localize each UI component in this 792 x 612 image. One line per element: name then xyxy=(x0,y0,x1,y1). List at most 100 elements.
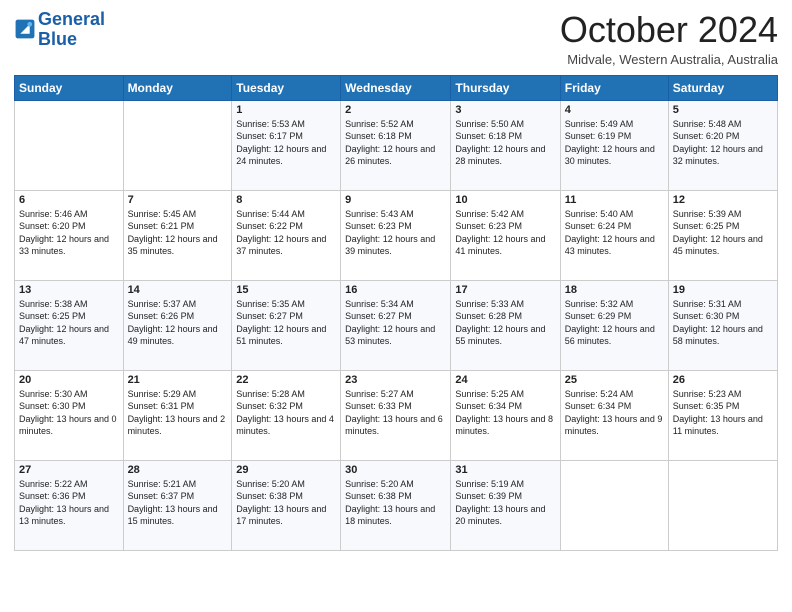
calendar-week-4: 20Sunrise: 5:30 AM Sunset: 6:30 PM Dayli… xyxy=(15,370,778,460)
calendar-cell: 4 Sunrise: 5:49 AM Sunset: 6:19 PM Daylig… xyxy=(560,100,668,190)
calendar-cell: 10 Sunrise: 5:42 AM Sunset: 6:23 PM Dayli… xyxy=(451,190,560,280)
calendar-cell: 19Sunrise: 5:31 AM Sunset: 6:30 PM Dayli… xyxy=(668,280,777,370)
calendar-cell: 28 Sunrise: 5:21 AM Sunset: 6:37 PM Dayli… xyxy=(123,460,232,550)
day-info: Sunrise: 5:25 AM Sunset: 6:34 PM Dayligh… xyxy=(455,388,555,438)
calendar-header-row: SundayMondayTuesdayWednesdayThursdayFrid… xyxy=(15,75,778,100)
calendar-cell xyxy=(560,460,668,550)
calendar-cell: 14 Sunrise: 5:37 AM Sunset: 6:26 PM Dayli… xyxy=(123,280,232,370)
day-info: Sunrise: 5:22 AM Sunset: 6:36 PM Dayligh… xyxy=(19,478,119,528)
calendar-week-5: 27 Sunrise: 5:22 AM Sunset: 6:36 PM Dayli… xyxy=(15,460,778,550)
day-number: 30 xyxy=(345,464,446,476)
day-number: 23 xyxy=(345,374,446,386)
calendar-cell: 23 Sunrise: 5:27 AM Sunset: 6:33 PM Dayli… xyxy=(341,370,451,460)
calendar-cell: 31 Sunrise: 5:19 AM Sunset: 6:39 PM Dayli… xyxy=(451,460,560,550)
day-info: Sunrise: 5:37 AM Sunset: 6:26 PM Dayligh… xyxy=(128,298,228,348)
day-info: Sunrise: 5:28 AM Sunset: 6:32 PM Dayligh… xyxy=(236,388,336,438)
day-number: 13 xyxy=(19,284,119,296)
day-info: Sunrise: 5:35 AM Sunset: 6:27 PM Dayligh… xyxy=(236,298,336,348)
day-info: Sunrise: 5:21 AM Sunset: 6:37 PM Dayligh… xyxy=(128,478,228,528)
month-title: October 2024 xyxy=(560,10,778,50)
day-number: 17 xyxy=(455,284,555,296)
day-number: 10 xyxy=(455,194,555,206)
day-info: Sunrise: 5:50 AM Sunset: 6:18 PM Dayligh… xyxy=(455,118,555,168)
calendar-cell: 22Sunrise: 5:28 AM Sunset: 6:32 PM Dayli… xyxy=(232,370,341,460)
day-number: 11 xyxy=(565,194,664,206)
day-info: Sunrise: 5:48 AM Sunset: 6:20 PM Dayligh… xyxy=(673,118,773,168)
day-number: 14 xyxy=(128,284,228,296)
logo-text: General Blue xyxy=(38,10,105,50)
day-number: 27 xyxy=(19,464,119,476)
day-info: Sunrise: 5:40 AM Sunset: 6:24 PM Dayligh… xyxy=(565,208,664,258)
calendar-cell: 12Sunrise: 5:39 AM Sunset: 6:25 PM Dayli… xyxy=(668,190,777,280)
day-info: Sunrise: 5:33 AM Sunset: 6:28 PM Dayligh… xyxy=(455,298,555,348)
calendar-cell: 30 Sunrise: 5:20 AM Sunset: 6:38 PM Dayli… xyxy=(341,460,451,550)
calendar-cell: 9Sunrise: 5:43 AM Sunset: 6:23 PM Daylig… xyxy=(341,190,451,280)
day-number: 21 xyxy=(128,374,228,386)
calendar-cell: 7Sunrise: 5:45 AM Sunset: 6:21 PM Daylig… xyxy=(123,190,232,280)
col-header-thursday: Thursday xyxy=(451,75,560,100)
day-info: Sunrise: 5:49 AM Sunset: 6:19 PM Dayligh… xyxy=(565,118,664,168)
day-number: 1 xyxy=(236,104,336,116)
calendar-cell: 18 Sunrise: 5:32 AM Sunset: 6:29 PM Dayli… xyxy=(560,280,668,370)
day-number: 15 xyxy=(236,284,336,296)
day-number: 8 xyxy=(236,194,336,206)
day-number: 26 xyxy=(673,374,773,386)
calendar-cell: 11 Sunrise: 5:40 AM Sunset: 6:24 PM Dayli… xyxy=(560,190,668,280)
day-number: 20 xyxy=(19,374,119,386)
day-info: Sunrise: 5:19 AM Sunset: 6:39 PM Dayligh… xyxy=(455,478,555,528)
day-number: 24 xyxy=(455,374,555,386)
day-info: Sunrise: 5:29 AM Sunset: 6:31 PM Dayligh… xyxy=(128,388,228,438)
day-info: Sunrise: 5:46 AM Sunset: 6:20 PM Dayligh… xyxy=(19,208,119,258)
day-number: 4 xyxy=(565,104,664,116)
day-info: Sunrise: 5:44 AM Sunset: 6:22 PM Dayligh… xyxy=(236,208,336,258)
calendar-cell: 1Sunrise: 5:53 AM Sunset: 6:17 PM Daylig… xyxy=(232,100,341,190)
logo-line1: General xyxy=(38,10,105,30)
day-number: 2 xyxy=(345,104,446,116)
calendar-week-3: 13 Sunrise: 5:38 AM Sunset: 6:25 PM Dayli… xyxy=(15,280,778,370)
calendar-table: SundayMondayTuesdayWednesdayThursdayFrid… xyxy=(14,75,778,551)
logo-icon xyxy=(14,18,36,40)
calendar-cell: 16 Sunrise: 5:34 AM Sunset: 6:27 PM Dayli… xyxy=(341,280,451,370)
day-number: 6 xyxy=(19,194,119,206)
day-number: 16 xyxy=(345,284,446,296)
calendar-cell: 26Sunrise: 5:23 AM Sunset: 6:35 PM Dayli… xyxy=(668,370,777,460)
calendar-cell: 27 Sunrise: 5:22 AM Sunset: 6:36 PM Dayli… xyxy=(15,460,124,550)
col-header-tuesday: Tuesday xyxy=(232,75,341,100)
day-info: Sunrise: 5:42 AM Sunset: 6:23 PM Dayligh… xyxy=(455,208,555,258)
calendar-cell: 5 Sunrise: 5:48 AM Sunset: 6:20 PM Daylig… xyxy=(668,100,777,190)
calendar-cell xyxy=(15,100,124,190)
col-header-monday: Monday xyxy=(123,75,232,100)
calendar-cell: 29Sunrise: 5:20 AM Sunset: 6:38 PM Dayli… xyxy=(232,460,341,550)
day-number: 28 xyxy=(128,464,228,476)
calendar-week-1: 1Sunrise: 5:53 AM Sunset: 6:17 PM Daylig… xyxy=(15,100,778,190)
calendar-cell: 6 Sunrise: 5:46 AM Sunset: 6:20 PM Daylig… xyxy=(15,190,124,280)
col-header-saturday: Saturday xyxy=(668,75,777,100)
logo: General Blue xyxy=(14,10,105,50)
calendar-cell xyxy=(123,100,232,190)
col-header-wednesday: Wednesday xyxy=(341,75,451,100)
calendar-cell: 25 Sunrise: 5:24 AM Sunset: 6:34 PM Dayli… xyxy=(560,370,668,460)
subtitle: Midvale, Western Australia, Australia xyxy=(560,52,778,67)
day-info: Sunrise: 5:52 AM Sunset: 6:18 PM Dayligh… xyxy=(345,118,446,168)
calendar-cell: 3Sunrise: 5:50 AM Sunset: 6:18 PM Daylig… xyxy=(451,100,560,190)
calendar-cell: 20Sunrise: 5:30 AM Sunset: 6:30 PM Dayli… xyxy=(15,370,124,460)
day-number: 18 xyxy=(565,284,664,296)
calendar-cell: 15 Sunrise: 5:35 AM Sunset: 6:27 PM Dayli… xyxy=(232,280,341,370)
day-info: Sunrise: 5:38 AM Sunset: 6:25 PM Dayligh… xyxy=(19,298,119,348)
calendar-cell xyxy=(668,460,777,550)
day-number: 9 xyxy=(345,194,446,206)
day-number: 19 xyxy=(673,284,773,296)
day-number: 31 xyxy=(455,464,555,476)
day-info: Sunrise: 5:20 AM Sunset: 6:38 PM Dayligh… xyxy=(345,478,446,528)
day-number: 5 xyxy=(673,104,773,116)
day-number: 29 xyxy=(236,464,336,476)
calendar-cell: 21 Sunrise: 5:29 AM Sunset: 6:31 PM Dayli… xyxy=(123,370,232,460)
page: General Blue October 2024 Midvale, Weste… xyxy=(0,0,792,612)
day-info: Sunrise: 5:34 AM Sunset: 6:27 PM Dayligh… xyxy=(345,298,446,348)
day-info: Sunrise: 5:24 AM Sunset: 6:34 PM Dayligh… xyxy=(565,388,664,438)
header: General Blue October 2024 Midvale, Weste… xyxy=(14,10,778,67)
day-info: Sunrise: 5:32 AM Sunset: 6:29 PM Dayligh… xyxy=(565,298,664,348)
calendar-cell: 17 Sunrise: 5:33 AM Sunset: 6:28 PM Dayli… xyxy=(451,280,560,370)
day-info: Sunrise: 5:27 AM Sunset: 6:33 PM Dayligh… xyxy=(345,388,446,438)
day-number: 25 xyxy=(565,374,664,386)
